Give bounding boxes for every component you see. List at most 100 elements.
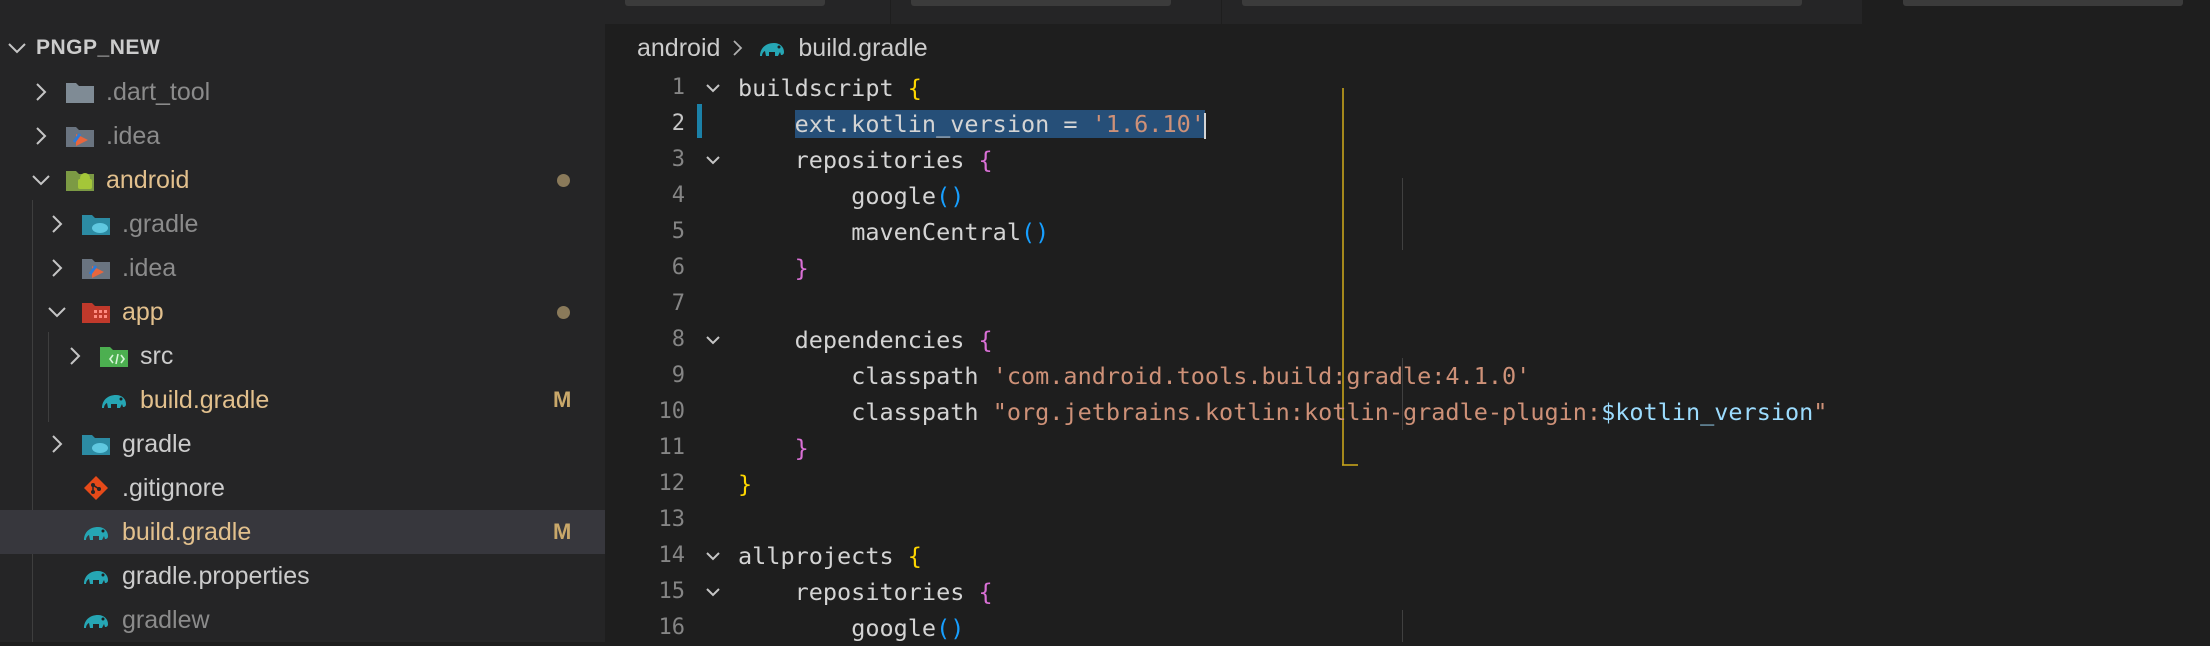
gradle-elephant-icon	[84, 615, 108, 628]
code-line: 8 dependencies {	[605, 322, 2210, 358]
tree-item-dart-tool[interactable]: .dart_tool	[0, 70, 605, 114]
tree-item-label: build.gradle	[122, 518, 252, 546]
code-line: 14 allprojects {	[605, 538, 2210, 574]
breadcrumb-folder[interactable]: android	[637, 34, 720, 63]
tree-item-android-build-gradle[interactable]: build.gradle M	[0, 510, 605, 554]
folder-icon	[66, 83, 94, 103]
code-line: 3 repositories {	[605, 142, 2210, 178]
code-text: google()	[851, 182, 965, 210]
tree-item-label: .idea	[106, 122, 161, 150]
tree-item-gradlew[interactable]: gradlew	[0, 598, 605, 642]
gradle-folder-icon	[82, 215, 110, 235]
code-line: 1 buildscript {	[605, 70, 2210, 106]
text-cursor	[1203, 112, 1206, 139]
line-number: 16	[658, 615, 686, 640]
code-text: classpath "org.jetbrains.kotlin:kotlin-g…	[851, 398, 1828, 426]
tree-item-gradle-properties[interactable]: gradle.properties	[0, 554, 605, 598]
modified-dot	[557, 174, 570, 187]
chevron-right-icon	[36, 83, 47, 101]
line-number: 12	[658, 471, 686, 496]
code-text: repositories {	[794, 578, 993, 606]
chevron-down-icon	[8, 43, 26, 54]
code-text: }	[794, 254, 809, 282]
tree-item-app[interactable]: app	[0, 290, 605, 334]
chevron-right-icon	[733, 40, 743, 56]
tree-item-label: gradle.properties	[122, 562, 310, 590]
line-number: 9	[671, 363, 685, 388]
code-text: buildscript {	[738, 74, 922, 102]
code-text: google()	[851, 614, 965, 642]
code-line: 9 classpath 'com.android.tools.build:gra…	[605, 358, 2210, 394]
code-text: classpath 'com.android.tools.build:gradl…	[851, 362, 1531, 390]
git-status-badge: M	[553, 519, 572, 544]
workspace-folder-name: PNGP_NEW	[36, 36, 161, 59]
editor-tab-active[interactable]	[1863, 0, 2210, 24]
line-number: 7	[671, 291, 685, 316]
tree-item-label: app	[122, 298, 164, 326]
editor-tab[interactable]	[891, 0, 1222, 24]
line-number: 15	[658, 579, 686, 604]
fold-chevron-icon[interactable]	[703, 330, 723, 350]
line-number: 8	[671, 327, 685, 352]
line-number: 6	[671, 255, 685, 280]
fold-chevron-icon[interactable]	[703, 582, 723, 602]
breadcrumb-file[interactable]: build.gradle	[798, 34, 927, 63]
chevron-right-icon	[52, 215, 63, 233]
editor-tab[interactable]	[1222, 0, 1863, 24]
git-status-badge: M	[553, 387, 572, 412]
idea-folder-icon	[66, 127, 94, 147]
tree-item-label: .gradle	[122, 210, 199, 238]
chevron-right-icon	[70, 347, 81, 365]
code-line: 7	[605, 286, 2210, 322]
tree-item-label: .dart_tool	[106, 78, 211, 106]
code-line: 5 mavenCentral()	[605, 214, 2210, 250]
tree-item-app-build-gradle[interactable]: build.gradle M	[0, 378, 605, 422]
code-text: ext.kotlin_version = '1.6.10'	[738, 106, 1206, 142]
line-number: 11	[658, 435, 686, 460]
tree-item-dot-gradle[interactable]: .gradle	[0, 202, 605, 246]
editor-tab[interactable]	[605, 0, 891, 24]
editor-tab-bar	[605, 0, 2210, 24]
chevron-right-icon	[36, 127, 47, 145]
tree-item-android-idea[interactable]: .idea	[0, 246, 605, 290]
fold-chevron-icon[interactable]	[703, 546, 723, 566]
code-line: 16 google()	[605, 610, 2210, 646]
sidebar-header-strip	[0, 0, 605, 20]
tree-item-label: build.gradle	[140, 386, 270, 414]
vscode-window: PNGP_NEW .dart_tool .idea android .gradl…	[0, 0, 2210, 642]
android-folder-icon	[66, 171, 94, 191]
code-line: 6 }	[605, 250, 2210, 286]
tree-item-label: .gitignore	[122, 474, 225, 502]
line-number: 5	[671, 219, 685, 244]
code-line: 15 repositories {	[605, 574, 2210, 610]
tree-item-src[interactable]: src	[0, 334, 605, 378]
explorer-sidebar: PNGP_NEW .dart_tool .idea android .gradl…	[0, 0, 605, 642]
tree-item-label: gradle	[122, 430, 192, 458]
code-line: 12 }	[605, 466, 2210, 502]
src-folder-icon	[100, 347, 128, 367]
fold-chevron-icon[interactable]	[703, 150, 723, 170]
line-number: 14	[658, 543, 686, 568]
tree-item-gitignore[interactable]: .gitignore	[0, 466, 605, 510]
code-text: mavenCentral()	[851, 218, 1050, 246]
line-number: 4	[671, 183, 685, 208]
gradle-elephant-icon	[760, 43, 785, 56]
modified-dot	[557, 306, 570, 319]
tree-item-label: .idea	[122, 254, 177, 282]
breadcrumb: android build.gradle	[637, 30, 928, 66]
idea-folder-icon	[82, 259, 110, 279]
tree-item-android[interactable]: android	[0, 158, 605, 202]
gradle-folder-icon	[82, 435, 110, 455]
code-line: 11 }	[605, 430, 2210, 466]
tree-item-label: android	[106, 166, 190, 194]
code-text: repositories {	[794, 146, 993, 174]
tree-item-label: gradlew	[122, 606, 210, 634]
tree-item-idea[interactable]: .idea	[0, 114, 605, 158]
tree-item-gradle-folder[interactable]: gradle	[0, 422, 605, 466]
fold-chevron-icon[interactable]	[703, 78, 723, 98]
gradle-elephant-icon	[84, 571, 108, 584]
code-line: 10 classpath "org.jetbrains.kotlin:kotli…	[605, 394, 2210, 430]
code-line-active: 2 ext.kotlin_version = '1.6.10'	[605, 106, 2210, 142]
line-number: 2	[671, 111, 685, 136]
git-icon	[84, 476, 108, 500]
